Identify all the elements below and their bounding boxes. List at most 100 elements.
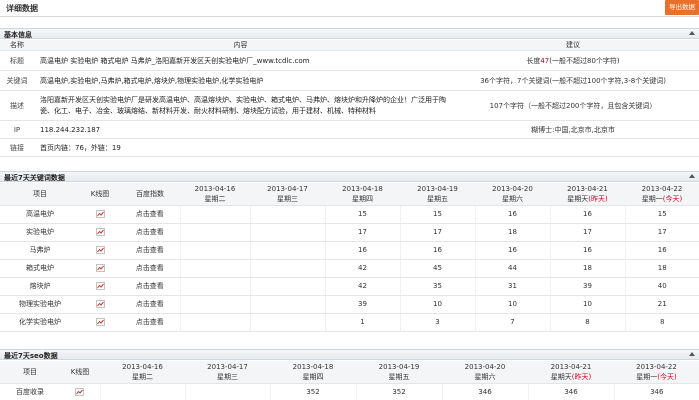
- column-weekday: 星期一(今天): [625, 194, 699, 204]
- date-column-header: 2013-04-18 星期四: [325, 183, 400, 206]
- day-value: 17: [399, 223, 475, 242]
- row-kline-cell[interactable]: [80, 241, 120, 260]
- day-value: [249, 205, 325, 224]
- baidu-index-link[interactable]: 点击查看: [120, 277, 180, 296]
- row-content: 洛阳嘉新开发区天创实验电炉厂是研发高温电炉、高温熔块炉、实验电炉、箱式电炉、马弗…: [34, 90, 447, 121]
- collapse-caret-icon[interactable]: [689, 352, 695, 356]
- column-date: 2013-04-20: [464, 362, 506, 371]
- row-content: 高温电炉,实验电炉,马弗炉,箱式电炉,熔块炉,物理实验电炉,化学实验电炉: [34, 70, 447, 91]
- table-row: 百度收录 352 352 346 346 346: [0, 383, 699, 400]
- day-value: 18: [549, 259, 625, 278]
- day-value: 42: [324, 277, 400, 296]
- day-value: 17: [549, 223, 625, 242]
- column-date: 2013-04-18: [292, 362, 334, 371]
- date-column-header: 2013-04-21 星期天(昨天): [528, 361, 614, 384]
- row-kline-cell[interactable]: [80, 277, 120, 296]
- export-button[interactable]: 导出数据: [665, 0, 699, 15]
- baidu-index-link[interactable]: 点击查看: [120, 313, 180, 332]
- row-kline-cell[interactable]: [80, 205, 120, 224]
- baidu-index-link[interactable]: 点击查看: [120, 295, 180, 314]
- kline-chart-icon[interactable]: [75, 388, 85, 396]
- baidu-index-link[interactable]: 点击查看: [120, 205, 180, 224]
- seo7-header[interactable]: 最近7天seo数据: [0, 349, 699, 360]
- day-tag: (昨天): [571, 372, 592, 381]
- column-weekday: 星期一(今天): [614, 372, 699, 382]
- col-suggestion: 建议: [447, 40, 699, 51]
- day-value: 10: [399, 295, 475, 314]
- day-value: 39: [324, 295, 400, 314]
- kline-chart-icon[interactable]: [95, 300, 105, 308]
- basic-info-title: 基本信息: [4, 31, 32, 39]
- weekday-label: 星期二: [204, 194, 226, 203]
- day-value: 44: [474, 259, 550, 278]
- kline-chart-icon[interactable]: [95, 318, 105, 326]
- row-item-name: 马弗炉: [0, 241, 80, 260]
- column-date: 2013-04-22: [641, 184, 683, 193]
- weekday-label: 星期天: [567, 194, 589, 203]
- baidu-index-link[interactable]: 点击查看: [120, 259, 180, 278]
- day-tag: (昨天): [588, 194, 608, 203]
- kline-chart-icon[interactable]: [95, 246, 105, 254]
- table-row: 马弗炉 点击查看 16 16 16 16 16: [0, 241, 699, 260]
- row-kline-cell[interactable]: [80, 295, 120, 314]
- day-value: 16: [549, 205, 625, 224]
- keywords7-title: 最近7天关键词数据: [4, 174, 65, 182]
- day-value: 3: [399, 313, 475, 332]
- day-value: 42: [324, 259, 400, 278]
- day-value: 17: [624, 223, 699, 242]
- column-weekday: 星期四: [325, 194, 400, 204]
- day-value: [184, 383, 270, 400]
- kline-chart-icon[interactable]: [95, 228, 105, 236]
- row-item-name: 百度收录: [0, 383, 60, 400]
- date-column-header: 2013-04-17 星期三: [250, 183, 325, 206]
- column-weekday: 星期四: [270, 372, 356, 382]
- seo7-table: 项目 K线图 2013-04-16 星期二 2013-04-17 星期三 2013-04…: [0, 361, 699, 400]
- weekday-label: 星期四: [302, 372, 324, 381]
- weekday-label: 星期六: [502, 194, 523, 203]
- day-value: 15: [624, 205, 699, 224]
- column-date: 2013-04-17: [267, 184, 308, 193]
- row-suggestion: 糊博士:中国,北京市,北京市: [447, 120, 699, 139]
- day-value: 10: [474, 295, 550, 314]
- column-weekday: 星期五: [356, 372, 442, 382]
- collapse-caret-icon[interactable]: [689, 174, 695, 178]
- kline-chart-icon[interactable]: [95, 264, 105, 272]
- column-date: 2013-04-21: [550, 362, 592, 371]
- row-label: 描述: [0, 90, 34, 121]
- collapse-caret-icon[interactable]: [689, 31, 695, 35]
- kline-chart-icon[interactable]: [95, 210, 105, 218]
- row-suggestion: 107个字符（一般不超过200个字符，且包含关键词）: [447, 90, 699, 121]
- column-date: 2013-04-21: [567, 184, 608, 193]
- day-value: 8: [624, 313, 699, 332]
- day-value: 21: [624, 295, 699, 314]
- keywords7-table: 项目 K线图 百度指数 2013-04-16 星期二 2013-04-17 星期三 20…: [0, 183, 699, 332]
- day-value: 1: [324, 313, 400, 332]
- day-value: [249, 259, 325, 278]
- column-weekday: 星期二: [100, 372, 185, 382]
- baidu-index-link[interactable]: 点击查看: [120, 241, 180, 260]
- day-value: 17: [324, 223, 400, 242]
- weekday-label: 星期三: [217, 372, 238, 381]
- row-kline-cell[interactable]: [80, 223, 120, 242]
- basic-row-links: 链接 首页内链：76，外链：19: [0, 138, 699, 157]
- date-column-header: 2013-04-20 星期六: [442, 361, 528, 384]
- row-item-name: 箱式电炉: [0, 259, 80, 278]
- col-item: 项目: [0, 361, 60, 384]
- table-row: 高温电炉 点击查看 15 15 16 16 15: [0, 205, 699, 224]
- suggestion-count: 47: [540, 56, 550, 65]
- basic-row-title: 标题 高温电炉 实验电炉 箱式电炉 马弗炉_洛阳嘉新开发区天创实验电炉厂_www…: [0, 50, 699, 71]
- column-weekday: 星期二: [180, 194, 250, 204]
- kline-chart-icon[interactable]: [95, 282, 105, 290]
- day-value: 16: [399, 241, 475, 260]
- basic-info-header[interactable]: 基本信息: [0, 28, 699, 39]
- day-tag: (今天): [662, 194, 683, 203]
- baidu-index-link[interactable]: 点击查看: [120, 223, 180, 242]
- col-content: 内容: [34, 40, 447, 51]
- column-date: 2013-04-18: [342, 184, 383, 193]
- keywords7-header[interactable]: 最近7天关键词数据: [0, 171, 699, 182]
- row-kline-cell[interactable]: [60, 383, 100, 400]
- row-content: 118.244.232.187: [34, 120, 447, 139]
- row-kline-cell[interactable]: [80, 313, 120, 332]
- date-column-header: 2013-04-21 星期天(昨天): [550, 183, 625, 206]
- row-kline-cell[interactable]: [80, 259, 120, 278]
